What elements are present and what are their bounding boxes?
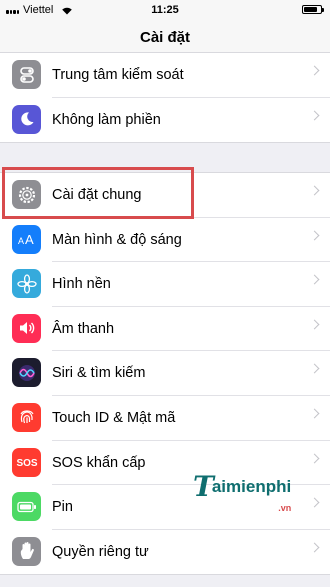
chevron-right-icon — [309, 497, 320, 508]
chevron-right-icon — [309, 230, 320, 241]
svg-text:A: A — [25, 232, 34, 246]
settings-item-label: Màn hình & độ sáng — [52, 231, 182, 248]
siri-icon — [12, 358, 41, 388]
settings-item-label: SOS khẩn cấp — [52, 454, 146, 471]
settings-item-privacy[interactable]: Quyền riêng tư — [0, 530, 330, 575]
settings-item-label: Âm thanh — [52, 320, 115, 337]
chevron-right-icon — [309, 542, 320, 553]
control-center-icon — [12, 60, 41, 89]
chevron-right-icon — [309, 319, 320, 330]
settings-item-control-center[interactable]: Trung tâm kiểm soát — [0, 53, 330, 98]
settings-item-label: Siri & tìm kiếm — [52, 365, 146, 382]
chevron-right-icon — [309, 274, 320, 285]
battery-status-icon — [302, 5, 324, 14]
settings-item-label: Pin — [52, 499, 73, 516]
sos-icon: SOS — [12, 447, 41, 477]
settings-item-siri[interactable]: Siri & tìm kiếm — [0, 351, 330, 396]
flower-icon — [12, 269, 41, 299]
logo-domain: .vn — [278, 503, 292, 513]
status-bar: Viettel 11:25 — [0, 0, 330, 20]
chevron-right-icon — [309, 363, 320, 374]
speaker-icon — [12, 313, 41, 343]
svg-text:A: A — [18, 236, 24, 246]
settings-item-wallpaper[interactable]: Hình nền — [0, 262, 330, 307]
logo-letter: T — [193, 470, 214, 503]
chevron-right-icon — [309, 65, 320, 76]
settings-item-label: Không làm phiền — [52, 111, 161, 128]
settings-item-touch-id[interactable]: Touch ID & Mật mã — [0, 396, 330, 441]
settings-item-label: Trung tâm kiểm soát — [52, 67, 184, 83]
hand-icon — [12, 536, 41, 566]
chevron-right-icon — [309, 408, 320, 419]
status-time: 11:25 — [151, 4, 179, 16]
chevron-right-icon — [309, 185, 320, 196]
logo-text: aimienphi — [211, 476, 292, 496]
battery-icon — [12, 492, 41, 522]
settings-item-label: Touch ID & Mật mã — [52, 409, 176, 426]
moon-icon — [12, 104, 41, 134]
settings-group-2: Cài đặt chung AA Màn hình & độ sáng Hình… — [0, 172, 330, 576]
settings-item-do-not-disturb[interactable]: Không làm phiền — [0, 98, 330, 143]
text-size-icon: AA — [12, 224, 41, 254]
chevron-right-icon — [309, 110, 320, 121]
taimienphi-logo: T aimienphi .vn — [193, 470, 292, 513]
settings-item-label: Hình nền — [52, 276, 111, 293]
highlight-box — [2, 167, 194, 219]
page-title: Cài đặt — [139, 29, 190, 46]
settings-group-1: Trung tâm kiểm soát Không làm phiền — [0, 52, 330, 144]
fingerprint-icon — [12, 402, 41, 432]
svg-text:SOS: SOS — [16, 458, 37, 468]
chevron-right-icon — [309, 453, 320, 464]
settings-item-display[interactable]: AA Màn hình & độ sáng — [0, 218, 330, 263]
settings-item-sounds[interactable]: Âm thanh — [0, 307, 330, 352]
settings-item-label: Quyền riêng tư — [52, 543, 149, 560]
